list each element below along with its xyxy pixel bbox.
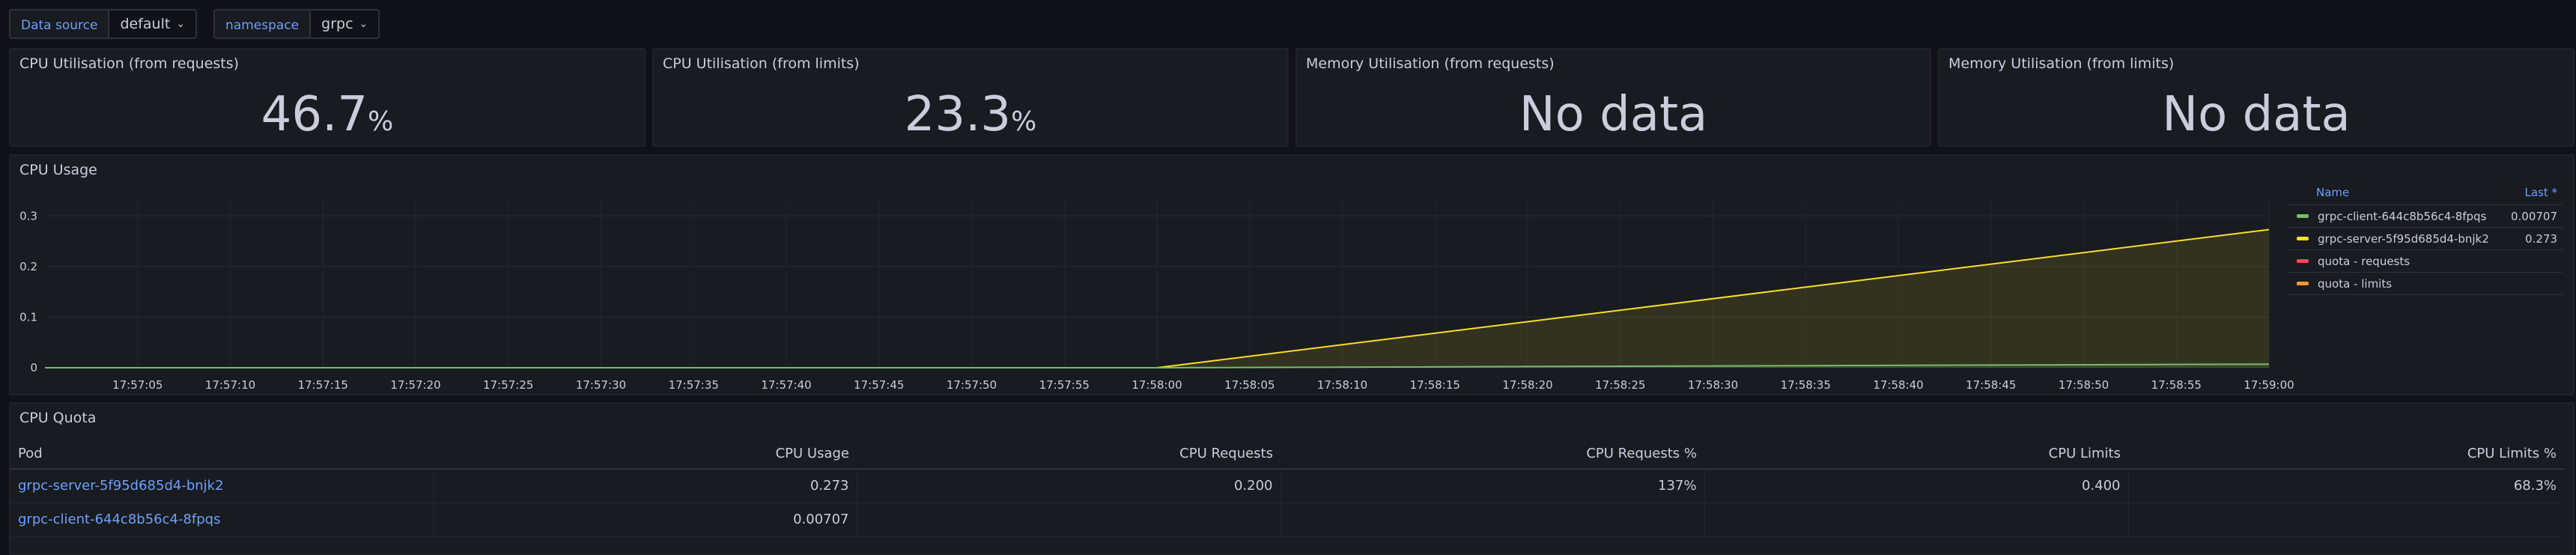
- x-tick-label: 17:58:55: [2151, 378, 2202, 392]
- table-cell-pod: grpc-server-5f95d685d4-bnjk2: [10, 469, 434, 503]
- pod-link[interactable]: grpc-client-644c8b56c4-8fpqs: [18, 512, 220, 527]
- cpu-quota-table: Pod CPU Usage CPU Requests CPU Requests …: [10, 439, 2564, 537]
- panel-title: CPU Quota: [19, 410, 97, 426]
- legend-swatch: [2297, 237, 2309, 240]
- table-cell: [857, 503, 1281, 537]
- x-tick-label: 17:58:35: [1781, 378, 1831, 392]
- x-tick-label: 17:57:30: [576, 378, 626, 392]
- x-tick-label: 17:57:55: [1039, 378, 1090, 392]
- x-tick-label: 17:58:25: [1595, 378, 1645, 392]
- legend-item[interactable]: quota - requests: [2288, 250, 2563, 273]
- legend-name-header[interactable]: Name: [2316, 186, 2349, 204]
- legend-item[interactable]: grpc-client-644c8b56c4-8fpqs 0.00707: [2288, 205, 2563, 228]
- x-tick-label: 17:57:15: [298, 378, 348, 392]
- x-tick-label: 17:57:25: [483, 378, 533, 392]
- legend-header: Name Last *: [2288, 186, 2563, 205]
- pod-link[interactable]: grpc-server-5f95d685d4-bnjk2: [18, 478, 224, 494]
- legend-item-name: quota - limits: [2318, 276, 2393, 291]
- table-row: grpc-server-5f95d685d4-bnjk2 0.273 0.200…: [10, 469, 2564, 503]
- table-cell-pod: grpc-client-644c8b56c4-8fpqs: [10, 503, 434, 537]
- table-row: grpc-client-644c8b56c4-8fpqs 0.00707: [10, 503, 2564, 537]
- y-tick-label: 0.3: [19, 209, 37, 222]
- table-cell: 0.400: [1704, 469, 2129, 503]
- x-tick-label: 17:57:35: [669, 378, 719, 392]
- table-header-row: Pod CPU Usage CPU Requests CPU Requests …: [10, 439, 2564, 470]
- table-cell: 0.00707: [434, 503, 857, 537]
- legend-swatch: [2297, 282, 2309, 285]
- chart-legend: Name Last * grpc-client-644c8b56c4-8fpqs…: [2288, 186, 2563, 295]
- column-header-cpu-limits[interactable]: CPU Limits: [1704, 439, 2128, 470]
- x-tick-label: 17:58:15: [1410, 378, 1460, 392]
- x-tick-label: 17:58:10: [1317, 378, 1367, 392]
- table-cell: 0.273: [434, 469, 857, 503]
- x-tick-label: 17:57:20: [390, 378, 440, 392]
- table-cell: [2128, 503, 2564, 537]
- x-tick-label: 17:57:05: [112, 378, 162, 392]
- legend-swatch: [2297, 214, 2309, 218]
- x-tick-label: 17:57:45: [854, 378, 904, 392]
- column-header-pod[interactable]: Pod: [10, 439, 434, 470]
- table-cell: [1704, 503, 2129, 537]
- legend-item-name: grpc-client-644c8b56c4-8fpqs: [2318, 209, 2487, 223]
- table-cell: 68.3%: [2128, 469, 2564, 503]
- legend-item-last: 0.00707: [2510, 209, 2557, 223]
- y-tick-label: 0.2: [19, 260, 37, 273]
- column-header-cpu-requests-pct[interactable]: CPU Requests %: [1281, 439, 1704, 470]
- legend-last-header[interactable]: Last *: [2524, 186, 2557, 204]
- legend-swatch: [2297, 259, 2309, 263]
- x-tick-label: 17:58:45: [1966, 378, 2016, 392]
- x-tick-label: 17:58:05: [1224, 378, 1275, 392]
- x-tick-label: 17:59:00: [2244, 378, 2294, 392]
- x-tick-label: 17:57:50: [947, 378, 997, 392]
- legend-item[interactable]: grpc-server-5f95d685d4-bnjk2 0.273: [2288, 228, 2563, 250]
- column-header-cpu-requests[interactable]: CPU Requests: [857, 439, 1281, 470]
- table-cell: [1281, 503, 1705, 537]
- x-tick-label: 17:58:50: [2059, 378, 2109, 392]
- table-cell: 137%: [1281, 469, 1705, 503]
- x-tick-label: 17:58:30: [1688, 378, 1738, 392]
- y-tick-label: 0.1: [19, 310, 37, 324]
- x-tick-label: 17:58:40: [1873, 378, 1923, 392]
- x-tick-label: 17:58:00: [1131, 378, 1182, 392]
- x-tick-label: 17:58:20: [1502, 378, 1552, 392]
- x-tick-label: 17:57:40: [761, 378, 811, 392]
- legend-item[interactable]: quota - limits: [2288, 273, 2563, 295]
- table-cell: 0.200: [857, 469, 1281, 503]
- column-header-cpu-limits-pct[interactable]: CPU Limits %: [2128, 439, 2564, 470]
- y-tick-label: 0: [30, 361, 37, 374]
- legend-item-name: grpc-server-5f95d685d4-bnjk2: [2318, 231, 2489, 246]
- legend-item-last: 0.273: [2525, 231, 2557, 246]
- legend-item-name: quota - requests: [2318, 254, 2411, 268]
- x-tick-label: 17:57:10: [205, 378, 255, 392]
- column-header-cpu-usage[interactable]: CPU Usage: [434, 439, 857, 470]
